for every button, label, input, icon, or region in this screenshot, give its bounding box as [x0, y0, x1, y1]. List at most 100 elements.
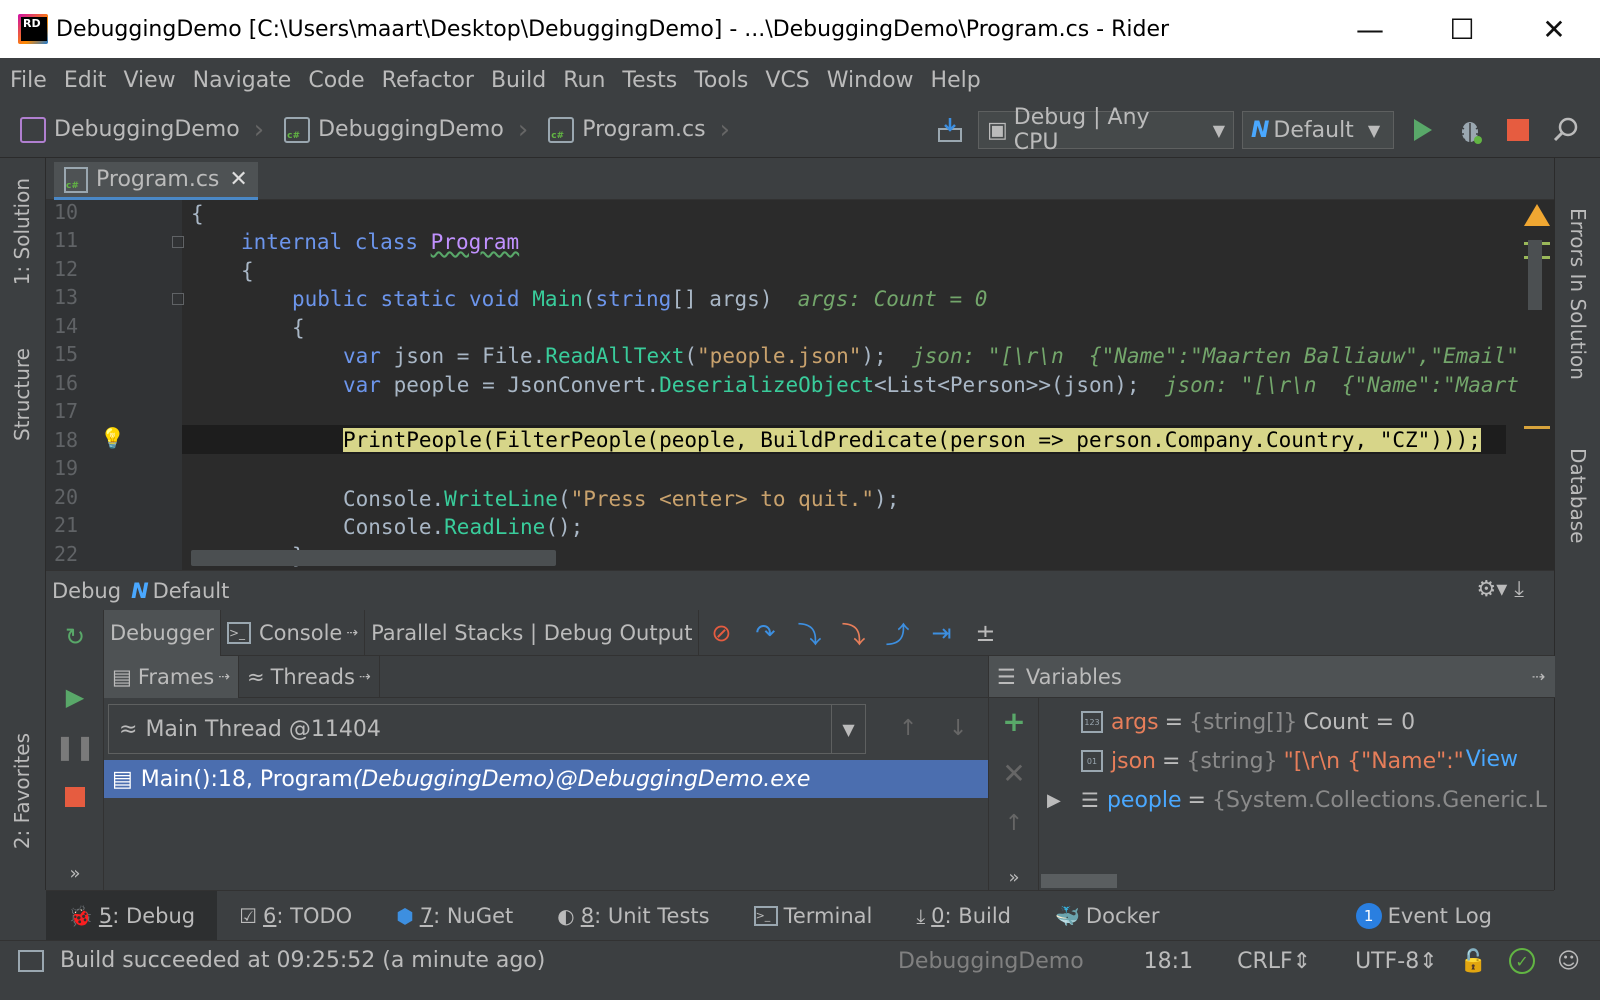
warning-icon[interactable]	[1524, 204, 1550, 226]
tool-window-nuget[interactable]: ⬢ 7: NuGet	[374, 891, 535, 941]
minimize-button[interactable]: —	[1324, 0, 1416, 58]
menu-refactor[interactable]: Refactor	[382, 68, 474, 93]
search-icon[interactable]	[1546, 110, 1586, 150]
menu-run[interactable]: Run	[563, 68, 605, 93]
menu-view[interactable]: View	[123, 68, 175, 93]
thread-select[interactable]: ≈ Main Thread @11404 ▼	[108, 704, 866, 754]
fold-marker-icon[interactable]	[172, 236, 184, 248]
breadcrumb-project[interactable]: c# DebuggingDemo ›	[284, 115, 528, 145]
expand-arrow-icon[interactable]: ▶	[1047, 790, 1061, 811]
tool-tab-solution[interactable]: 1: Solution	[10, 178, 34, 285]
menu-help[interactable]: Help	[931, 68, 981, 93]
stop-icon[interactable]	[1498, 110, 1538, 150]
code-token: [] args)	[671, 287, 773, 311]
maximize-button[interactable]: ☐	[1416, 0, 1508, 58]
editor-tab-program-cs[interactable]: c# Program.cs ✕	[54, 162, 258, 200]
fold-marker-icon[interactable]	[172, 293, 184, 305]
tool-window-event-log[interactable]: 1 Event Log	[1334, 891, 1514, 941]
breadcrumb-file[interactable]: c# Program.cs ›	[548, 115, 730, 145]
pin-icon[interactable]: ⇢	[1532, 667, 1545, 686]
force-step-into-icon[interactable]: ⤵	[831, 613, 875, 653]
status-position[interactable]: 18:1	[1144, 949, 1193, 974]
tool-window-build[interactable]: ⤓ 0: Build	[894, 891, 1033, 941]
variable-row-people[interactable]: ☰ people = {System.Collections.Generic.L	[1081, 782, 1571, 818]
run-to-cursor-icon[interactable]: ⇥	[919, 613, 963, 653]
pause-icon[interactable]: ❚❚	[55, 732, 95, 762]
run-icon[interactable]	[1402, 110, 1442, 150]
breadcrumb-solution[interactable]: DebuggingDemo ›	[20, 115, 264, 145]
tab-threads[interactable]: ≈ Threads ⇢	[239, 655, 380, 698]
lightbulb-icon[interactable]: 💡	[100, 426, 125, 450]
menu-tests[interactable]: Tests	[622, 68, 677, 93]
toggle-tool-windows-icon[interactable]	[18, 949, 44, 972]
code-editor[interactable]: 10 11 12 13 14 15 16 17 18 19 20 21 22 💡…	[46, 200, 1554, 570]
menu-vcs[interactable]: VCS	[765, 68, 809, 93]
tool-tab-database[interactable]: Database	[1566, 448, 1590, 543]
resume-icon[interactable]: ▶	[60, 682, 90, 712]
nuget-icon: ⬢	[396, 903, 414, 928]
horizontal-scrollbar[interactable]	[1041, 874, 1117, 888]
tool-window-label: Event Log	[1387, 904, 1492, 928]
close-button[interactable]: ✕	[1508, 0, 1600, 58]
tab-frames[interactable]: ▤ Frames ⇢	[104, 655, 239, 698]
status-project[interactable]: DebuggingDemo	[898, 949, 1084, 974]
frame-up-icon[interactable]: ↑	[899, 716, 917, 741]
move-up-icon[interactable]: ↑	[999, 808, 1029, 838]
hector-icon[interactable]: ☺	[1557, 949, 1580, 974]
tab-threads-label: Threads	[270, 664, 355, 689]
tool-window-terminal[interactable]: >_ Terminal	[732, 891, 895, 941]
menu-code[interactable]: Code	[308, 68, 364, 93]
view-value-link[interactable]: View	[1463, 747, 1518, 772]
menu-build[interactable]: Build	[491, 68, 546, 93]
status-line-separator[interactable]: CRLF⇕	[1215, 949, 1311, 974]
tool-tab-errors-in-solution[interactable]: Errors In Solution	[1566, 208, 1590, 380]
tab-console[interactable]: >_ Console ⇢	[221, 609, 366, 656]
line-number: 17	[54, 399, 79, 423]
status-message[interactable]: Build succeeded at 09:25:52 (a minute ag…	[60, 948, 545, 973]
debug-bug-icon[interactable]	[1450, 110, 1490, 150]
status-encoding[interactable]: UTF-8⇕	[1333, 949, 1438, 974]
build-icon[interactable]	[930, 110, 970, 150]
vertical-scrollbar[interactable]	[1528, 240, 1542, 310]
step-out-icon[interactable]: ⤴	[875, 613, 919, 653]
mute-breakpoints-icon[interactable]: ⊘	[699, 613, 743, 653]
menu-edit[interactable]: Edit	[64, 68, 107, 93]
lock-icon[interactable]: 🔓	[1460, 949, 1487, 974]
step-into-icon[interactable]: ⤵	[787, 613, 831, 653]
tool-window-debug[interactable]: 🐞 5: Debug	[46, 890, 218, 941]
tool-window-unit-tests[interactable]: ◐ 8: Unit Tests	[535, 891, 731, 941]
remove-watch-icon[interactable]: ✕	[999, 757, 1029, 790]
unit-tests-icon: ◐	[557, 903, 575, 928]
tool-tab-favorites[interactable]: 2: Favorites	[10, 733, 34, 849]
close-tab-icon[interactable]: ✕	[229, 167, 247, 192]
scroll-marker[interactable]	[1524, 426, 1550, 429]
stop-icon[interactable]	[60, 782, 90, 812]
frame-down-icon[interactable]: ↓	[949, 716, 967, 741]
list-icon: ☰	[1081, 788, 1099, 812]
menu-tools[interactable]: Tools	[694, 68, 748, 93]
code-token: json = File.	[393, 344, 546, 368]
add-watch-icon[interactable]: +	[999, 705, 1029, 738]
horizontal-scrollbar[interactable]	[191, 550, 556, 566]
runtime-select[interactable]: N Default ▼	[1242, 111, 1394, 149]
more-icon[interactable]: »	[999, 862, 1029, 892]
inspection-ok-icon[interactable]: ✓	[1509, 948, 1536, 974]
step-over-icon[interactable]: ↷	[743, 613, 787, 653]
evaluate-expression-icon[interactable]: ±	[963, 613, 1007, 653]
build-config-select[interactable]: ▣ Debug | Any CPU ▼	[978, 105, 1234, 155]
tool-window-number: 6	[263, 903, 277, 928]
more-icon[interactable]: »	[60, 858, 90, 888]
tab-parallel-stacks-debug-output[interactable]: Parallel Stacks | Debug Output	[365, 609, 700, 656]
stack-frame-row[interactable]: ▤ Main():18, Program (DebuggingDemo)@Deb…	[104, 760, 988, 798]
tool-tab-structure[interactable]: Structure	[10, 348, 34, 441]
rerun-icon[interactable]: ↻	[60, 622, 90, 652]
variable-row-args[interactable]: 123 args = {string[]} Count = 0	[1081, 704, 1571, 740]
menu-window[interactable]: Window	[827, 68, 914, 93]
tool-window-todo[interactable]: ☑ 6: TODO	[217, 891, 374, 941]
tool-window-label: : Debug	[112, 903, 196, 928]
tab-debugger[interactable]: Debugger	[104, 609, 221, 656]
tool-window-docker[interactable]: 🐳 Docker	[1033, 891, 1181, 941]
menu-file[interactable]: File	[10, 68, 47, 93]
settings-gear-icon[interactable]: ⚙▾ ⤓	[1477, 577, 1524, 602]
menu-navigate[interactable]: Navigate	[193, 68, 292, 93]
